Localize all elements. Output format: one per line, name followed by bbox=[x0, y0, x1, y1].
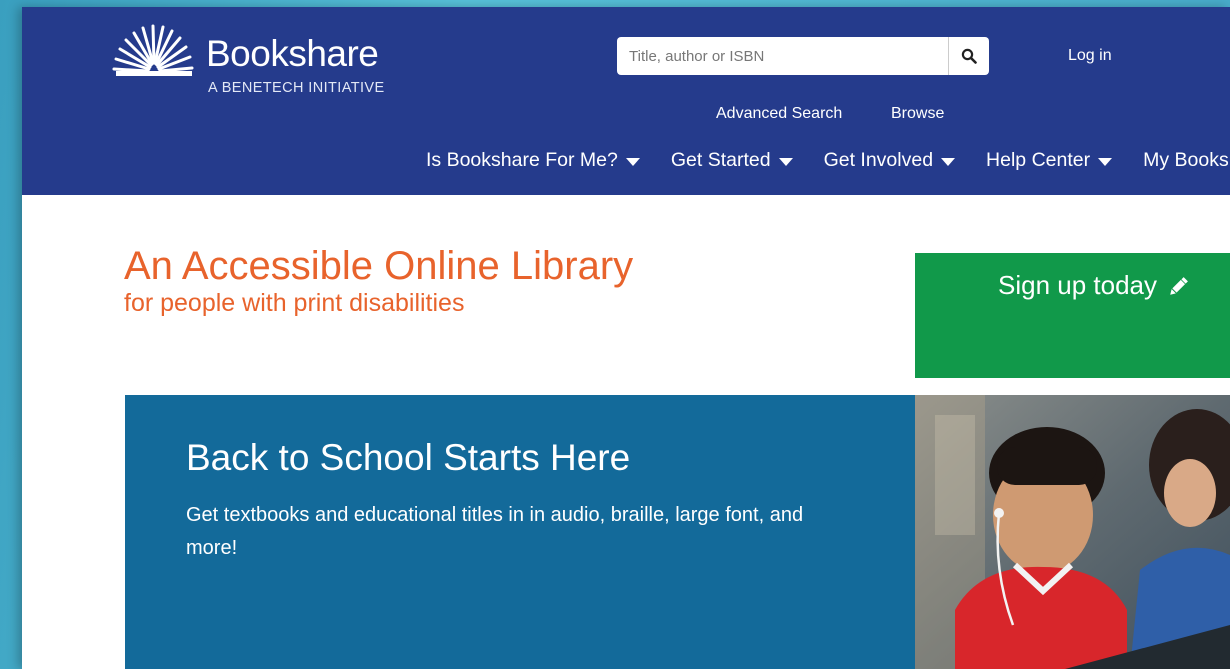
nav-my-bookshare[interactable]: My Bookshare bbox=[1143, 149, 1230, 172]
nav-get-started[interactable]: Get Started bbox=[671, 149, 793, 172]
book-fan-icon bbox=[112, 24, 194, 76]
caret-down-icon bbox=[625, 157, 640, 166]
search-button[interactable] bbox=[948, 37, 989, 75]
nav-item-label: My Bookshare bbox=[1143, 149, 1230, 171]
hero-subtitle: for people with print disabilities bbox=[124, 289, 465, 317]
bookshare-logo[interactable]: Bookshare A BENETECH INITIATIVE bbox=[108, 21, 408, 101]
nav-get-involved[interactable]: Get Involved bbox=[823, 149, 956, 172]
caret-down-icon bbox=[778, 157, 793, 166]
browser-page: Bookshare A BENETECH INITIATIVE Log in A… bbox=[22, 7, 1230, 669]
advanced-search-link[interactable]: Advanced Search bbox=[716, 105, 842, 123]
browse-link[interactable]: Browse bbox=[891, 105, 944, 123]
nav-is-bookshare-for-me[interactable]: Is Bookshare For Me? bbox=[426, 149, 640, 172]
caret-down-icon bbox=[1098, 157, 1113, 166]
hero-title: An Accessible Online Library bbox=[124, 244, 634, 288]
sign-up-label: Sign up today bbox=[998, 270, 1158, 300]
sign-up-button[interactable]: Sign up today bbox=[915, 253, 1230, 378]
login-link[interactable]: Log in bbox=[1068, 47, 1112, 65]
nav-item-label: Get Started bbox=[670, 149, 771, 171]
logo-wordmark: Bookshare bbox=[206, 33, 379, 74]
logo-tagline: A BENETECH INITIATIVE bbox=[208, 80, 385, 96]
nav-item-label: Help Center bbox=[986, 149, 1091, 171]
caret-down-icon bbox=[941, 157, 956, 166]
students-illustration bbox=[915, 395, 1230, 669]
back-to-school-banner[interactable]: Back to School Starts Here Get textbooks… bbox=[125, 395, 915, 669]
banner-text: Get textbooks and educational titles in … bbox=[186, 504, 804, 559]
nav-item-label: Get Involved bbox=[823, 149, 934, 171]
nav-item-label: Is Bookshare For Me? bbox=[426, 149, 618, 171]
search-bar bbox=[617, 37, 989, 75]
main-nav: Is Bookshare For Me? Get Started Get Inv… bbox=[426, 149, 1230, 172]
search-icon bbox=[961, 48, 977, 64]
banner-title: Back to School Starts Here bbox=[186, 437, 631, 478]
pencil-icon bbox=[1170, 277, 1188, 295]
students-photo bbox=[915, 395, 1230, 669]
site-header: Bookshare A BENETECH INITIATIVE Log in A… bbox=[22, 7, 1230, 195]
nav-help-center[interactable]: Help Center bbox=[986, 149, 1113, 172]
search-input[interactable] bbox=[617, 37, 948, 75]
